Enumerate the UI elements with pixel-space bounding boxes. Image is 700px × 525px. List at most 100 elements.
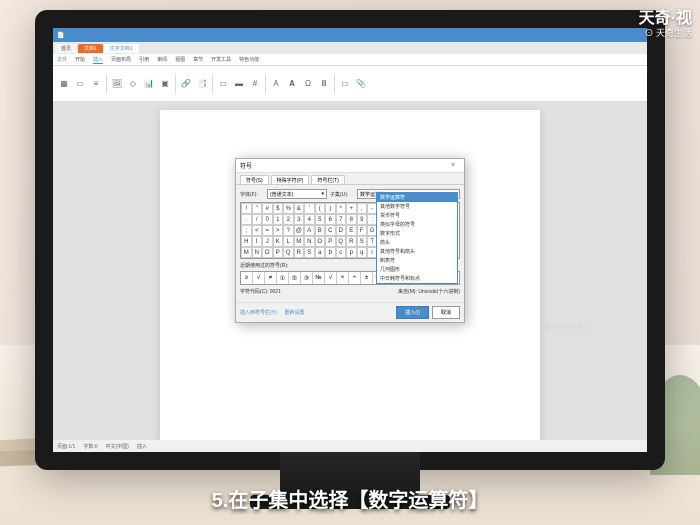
char-cell[interactable]: M bbox=[294, 236, 305, 247]
char-cell[interactable]: 0 bbox=[262, 214, 273, 225]
char-cell[interactable]: * bbox=[336, 203, 347, 214]
char-cell[interactable]: C bbox=[325, 225, 336, 236]
tool-icon[interactable]: A bbox=[269, 77, 283, 91]
char-cell[interactable]: K bbox=[273, 236, 284, 247]
tool-icon[interactable]: 🔗 bbox=[179, 77, 193, 91]
tool-icon[interactable]: ▭ bbox=[73, 77, 87, 91]
tool-icon[interactable]: Ω bbox=[301, 77, 315, 91]
dropdown-item[interactable]: 货币符号 bbox=[377, 211, 457, 220]
close-icon[interactable]: × bbox=[446, 160, 460, 172]
char-cell[interactable]: > bbox=[273, 225, 284, 236]
char-cell[interactable]: ' bbox=[304, 203, 315, 214]
recent-char[interactable]: ≠ bbox=[265, 272, 277, 284]
char-cell[interactable]: J bbox=[262, 236, 273, 247]
recent-char[interactable]: ÷ bbox=[349, 272, 361, 284]
char-cell[interactable]: = bbox=[262, 225, 273, 236]
char-cell[interactable]: + bbox=[346, 203, 357, 214]
cancel-button[interactable]: 取消 bbox=[432, 306, 460, 319]
dialog-tab-bar[interactable]: 符号栏(T) bbox=[311, 175, 344, 184]
char-cell[interactable]: 8 bbox=[346, 214, 357, 225]
font-select[interactable]: (普通文本)▾ bbox=[267, 189, 327, 199]
tool-icon[interactable]: ▭ bbox=[216, 77, 230, 91]
tool-icon[interactable]: ▬ bbox=[232, 77, 246, 91]
char-cell[interactable]: N bbox=[304, 236, 315, 247]
char-cell[interactable]: P bbox=[325, 236, 336, 247]
char-cell[interactable]: B bbox=[315, 225, 326, 236]
char-cell[interactable]: @ bbox=[294, 225, 305, 236]
dialog-tab-symbols[interactable]: 符号(S) bbox=[240, 175, 269, 184]
char-cell[interactable]: Q bbox=[283, 247, 294, 258]
recent-char[interactable]: ① bbox=[277, 272, 289, 284]
char-cell[interactable]: 9 bbox=[357, 214, 368, 225]
char-cell[interactable]: ) bbox=[325, 203, 336, 214]
dropdown-item[interactable]: 其他符号和箭头 bbox=[377, 247, 457, 256]
tool-icon[interactable]: ≡ bbox=[89, 77, 103, 91]
char-cell[interactable]: S bbox=[357, 236, 368, 247]
menu-item[interactable]: 开始 bbox=[75, 56, 85, 63]
dropdown-item[interactable]: 数学运算符 bbox=[377, 193, 457, 202]
dialog-tab-special[interactable]: 特殊字符(P) bbox=[271, 175, 310, 184]
char-cell[interactable]: D bbox=[336, 225, 347, 236]
dropdown-item[interactable]: 其他数学符号 bbox=[377, 202, 457, 211]
char-cell[interactable]: / bbox=[252, 214, 263, 225]
recent-char[interactable]: √ bbox=[325, 272, 337, 284]
char-cell[interactable]: $ bbox=[273, 203, 284, 214]
dropdown-item[interactable]: 箭头 bbox=[377, 238, 457, 247]
char-cell[interactable]: ( bbox=[315, 203, 326, 214]
menu-item[interactable]: 页面布局 bbox=[111, 56, 131, 63]
dropdown-item[interactable]: 类似字母的符号 bbox=[377, 220, 457, 229]
char-cell[interactable]: F bbox=[357, 225, 368, 236]
char-cell[interactable]: . bbox=[241, 214, 252, 225]
tool-icon[interactable]: 𝐀 bbox=[285, 77, 299, 91]
char-cell[interactable]: & bbox=[294, 203, 305, 214]
menu-item[interactable]: 特色功能 bbox=[239, 56, 259, 63]
tool-icon[interactable]: ◇ bbox=[126, 77, 140, 91]
char-cell[interactable]: L bbox=[283, 236, 294, 247]
char-cell[interactable]: ! bbox=[241, 203, 252, 214]
tool-icon[interactable]: 📎 bbox=[354, 77, 368, 91]
menu-item[interactable]: 审阅 bbox=[157, 56, 167, 63]
dropdown-item[interactable]: 几何图形 bbox=[377, 265, 457, 274]
char-cell[interactable]: M bbox=[241, 247, 252, 258]
char-cell[interactable]: P bbox=[273, 247, 284, 258]
dropdown-item[interactable]: 数字形式 bbox=[377, 229, 457, 238]
char-cell[interactable]: O bbox=[315, 236, 326, 247]
recent-char[interactable]: × bbox=[337, 272, 349, 284]
tool-icon[interactable]: ▦ bbox=[57, 77, 71, 91]
menu-file[interactable]: 文件 bbox=[57, 56, 67, 63]
char-cell[interactable]: O bbox=[262, 247, 273, 258]
char-cell[interactable]: q bbox=[357, 247, 368, 258]
char-cell[interactable]: ; bbox=[241, 225, 252, 236]
char-cell[interactable]: E bbox=[346, 225, 357, 236]
insert-button[interactable]: 插入(I) bbox=[396, 306, 429, 319]
char-cell[interactable]: 3 bbox=[294, 214, 305, 225]
tool-icon[interactable]: # bbox=[248, 77, 262, 91]
tool-icon[interactable]: Ⅲ bbox=[317, 77, 331, 91]
menu-item[interactable]: 开发工具 bbox=[211, 56, 231, 63]
tool-icon[interactable]: 🖼 bbox=[110, 77, 124, 91]
char-cell[interactable]: 2 bbox=[283, 214, 294, 225]
char-cell[interactable]: R bbox=[294, 247, 305, 258]
char-cell[interactable]: ? bbox=[283, 225, 294, 236]
char-cell[interactable]: 6 bbox=[325, 214, 336, 225]
tab-doc[interactable]: 文档1 bbox=[78, 44, 103, 53]
menu-item[interactable]: 引用 bbox=[139, 56, 149, 63]
char-cell[interactable]: R bbox=[346, 236, 357, 247]
recent-char[interactable]: √ bbox=[253, 272, 265, 284]
recent-char[interactable]: ③ bbox=[301, 272, 313, 284]
tab-file[interactable]: 文字文档1 bbox=[104, 44, 139, 53]
recent-char[interactable]: № bbox=[313, 272, 325, 284]
char-cell[interactable]: b bbox=[325, 247, 336, 258]
tool-icon[interactable]: ▭ bbox=[338, 77, 352, 91]
tab-home[interactable]: 首页 bbox=[55, 44, 77, 53]
insert-to-bar-link[interactable]: 插入到符号栏(Y) bbox=[240, 310, 277, 316]
char-cell[interactable]: c bbox=[336, 247, 347, 258]
char-cell[interactable]: 5 bbox=[315, 214, 326, 225]
char-cell[interactable]: p bbox=[346, 247, 357, 258]
char-cell[interactable]: 7 bbox=[336, 214, 347, 225]
menu-item-insert[interactable]: 插入 bbox=[93, 56, 103, 64]
menu-item[interactable]: 视图 bbox=[175, 56, 185, 63]
char-cell[interactable]: 4 bbox=[304, 214, 315, 225]
dropdown-item[interactable]: 中日韩符号和标点 bbox=[377, 274, 457, 283]
char-cell[interactable]: N bbox=[252, 247, 263, 258]
